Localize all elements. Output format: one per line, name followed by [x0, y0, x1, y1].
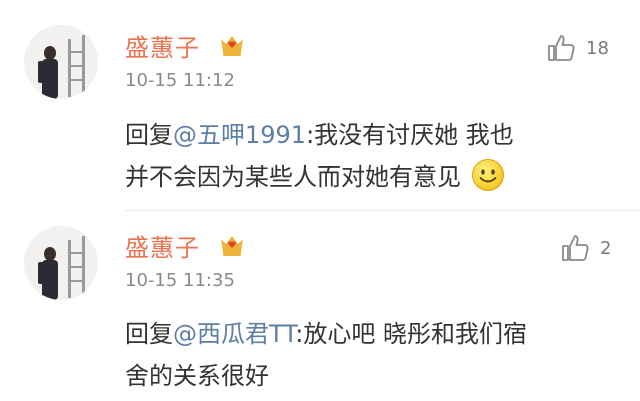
avatar[interactable]: [24, 25, 98, 99]
reply-prefix: 回复: [125, 121, 173, 149]
like-button[interactable]: 18: [546, 33, 609, 63]
comment-text: 并不会因为某些人而对她有意见: [125, 163, 461, 191]
timestamp: 10-15 11:35: [125, 270, 235, 291]
thumbs-up-icon: [562, 235, 589, 261]
avatar-photo-icon: [24, 25, 98, 99]
comment-text: :我没有讨厌她 我也: [306, 121, 514, 149]
timestamp: 10-15 11:12: [125, 70, 235, 91]
comment-line-2: 舍的关系很好: [125, 355, 620, 397]
like-button[interactable]: 2: [560, 233, 611, 263]
comment-text: :放心吧 晓彤和我们宿: [295, 320, 527, 348]
vip-crown-badge-icon[interactable]: [219, 233, 245, 257]
thumbs-up-icon: [548, 35, 575, 61]
comment-line-1: 回复@五呷1991:我没有讨厌她 我也: [125, 114, 620, 156]
mention-link[interactable]: @西瓜君TT: [173, 320, 295, 348]
mention-link[interactable]: @五呷1991: [173, 121, 306, 149]
comment-text: 舍的关系很好: [125, 362, 269, 390]
comment-body: 回复@五呷1991:我没有讨厌她 我也 并不会因为某些人而对她有意见: [125, 114, 620, 198]
comment-item: 盛蕙子 10-15 11:12 18 回复@五呷1991:我没有讨厌她 我也 并…: [0, 0, 640, 211]
comment-line-1: 回复@西瓜君TT:放心吧 晓彤和我们宿: [125, 313, 620, 355]
avatar-photo-icon: [24, 226, 98, 300]
vip-crown-badge-icon[interactable]: [219, 33, 245, 57]
like-count: 2: [600, 237, 612, 259]
username[interactable]: 盛蕙子: [125, 228, 200, 263]
username[interactable]: 盛蕙子: [125, 28, 200, 63]
smile-emoji-icon: [472, 159, 504, 191]
comment-body: 回复@西瓜君TT:放心吧 晓彤和我们宿 舍的关系很好: [125, 313, 620, 397]
reply-prefix: 回复: [125, 320, 173, 348]
comment-line-2: 并不会因为某些人而对她有意见: [125, 156, 620, 198]
avatar[interactable]: [24, 226, 98, 300]
like-count: 18: [586, 37, 609, 59]
comment-item: 盛蕙子 10-15 11:35 2 回复@西瓜君TT:放心吧 晓彤和我们宿 舍的…: [0, 211, 640, 401]
